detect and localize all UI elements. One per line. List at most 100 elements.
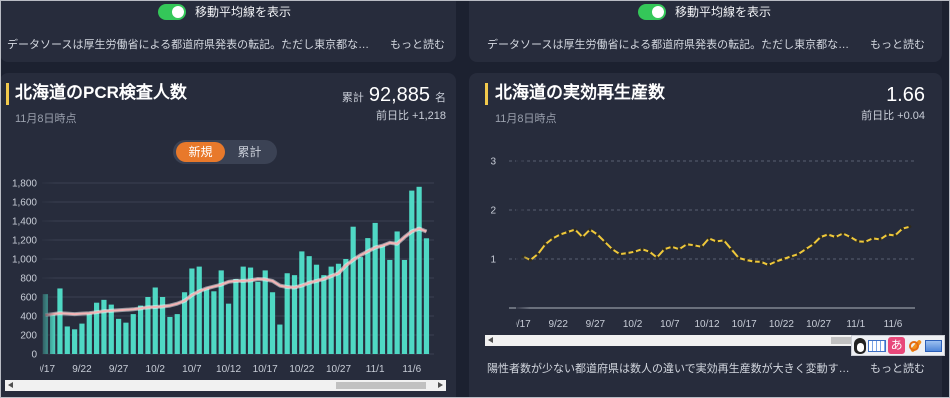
- bar: [196, 266, 202, 354]
- x-tick-label: 10/2: [623, 319, 643, 330]
- ime-mode-indicator[interactable]: あ: [888, 337, 906, 354]
- pcr-bar-chart: 02004006008001,0001,2001,4001,6001,8009/…: [12, 173, 434, 375]
- cumulative-label: 累計: [341, 92, 364, 104]
- scroll-fade: [40, 173, 56, 359]
- rt-point: [729, 247, 733, 251]
- bar: [365, 238, 371, 354]
- x-tick-label: 11/1: [366, 364, 385, 375]
- x-tick-label: 10/27: [326, 364, 351, 375]
- x-tick-label: 10/12: [216, 364, 241, 375]
- rt-point: [833, 235, 837, 239]
- chart-horizontal-scrollbar[interactable]: [5, 380, 446, 391]
- rt-point: [677, 247, 681, 251]
- x-tick-label: 9/17: [36, 364, 56, 375]
- plot-area: 9/17 9/22 9/27 10/2 10/7 10/12 10/17 10/22 10/27…: [511, 225, 912, 330]
- penguin-icon[interactable]: [854, 337, 867, 354]
- y-tick-label: 3: [490, 157, 496, 168]
- bar: [269, 292, 276, 354]
- rt-point: [610, 247, 614, 251]
- moving-average-toggle-label: 移動平均線を表示: [195, 5, 292, 19]
- bar: [379, 245, 386, 354]
- rt-point: [826, 233, 830, 236]
- bar: [174, 314, 180, 354]
- read-more-link[interactable]: もっと読む: [870, 362, 925, 376]
- data-source-note: データソースは厚生労働省による都道府県発表の転記。ただし東京都な…: [7, 39, 370, 51]
- bar: [137, 305, 144, 354]
- y-axis: 1 2 3: [490, 157, 915, 266]
- tab-cumulative[interactable]: 累計: [225, 142, 274, 162]
- rt-point: [841, 232, 845, 236]
- x-tick-label: 9/27: [586, 319, 606, 330]
- scrollbar-thumb[interactable]: [336, 382, 426, 389]
- bar: [409, 190, 415, 354]
- bar: [72, 329, 78, 354]
- moving-average-toggle-label: 移動平均線を表示: [675, 5, 772, 19]
- x-tick-label: 11/1: [846, 319, 865, 330]
- bar: [357, 257, 364, 354]
- moving-average-toggle[interactable]: [158, 4, 186, 20]
- x-tick-label: 11/6: [402, 364, 421, 375]
- y-tick-label: 1,000: [12, 255, 37, 266]
- x-tick-label: 10/17: [253, 364, 278, 375]
- bar: [255, 281, 261, 354]
- rt-point: [581, 235, 585, 239]
- rt-point: [625, 251, 629, 255]
- rt-point: [692, 243, 696, 247]
- scroll-right-arrow-icon[interactable]: [438, 382, 443, 388]
- rt-point: [774, 259, 778, 263]
- rt-point: [536, 252, 540, 256]
- x-tick-label: 10/27: [806, 319, 831, 330]
- current-value: 1.66: [886, 83, 925, 107]
- rt-point: [714, 239, 718, 243]
- bar: [321, 275, 327, 354]
- tab-daily[interactable]: 新規: [176, 142, 225, 162]
- rt-point: [893, 233, 897, 237]
- y-tick-label: 2: [490, 206, 496, 217]
- soft-keyboard-icon[interactable]: [925, 339, 943, 352]
- rt-point: [640, 247, 644, 251]
- rt-point: [573, 228, 577, 232]
- rt-point: [863, 240, 867, 244]
- x-tick-label: 10/17: [732, 319, 757, 330]
- y-tick-label: 800: [20, 274, 37, 285]
- rt-point: [900, 227, 904, 231]
- moving-average-toggle[interactable]: [638, 4, 666, 20]
- y-tick-label: 1,400: [12, 217, 37, 228]
- bar: [350, 226, 356, 354]
- previous-card-left-footer: 移動平均線を表示 データソースは厚生労働省による都道府県発表の転記。ただし東京都…: [0, 0, 456, 62]
- rt-point: [700, 245, 704, 249]
- bar: [372, 222, 378, 354]
- bar: [277, 324, 283, 354]
- x-tick-label: 9/17: [511, 319, 531, 330]
- rt-point: [878, 237, 882, 241]
- y-tick-label: 0: [31, 350, 37, 361]
- y-tick-label: 600: [20, 293, 37, 304]
- rt-point: [618, 252, 622, 256]
- rt-point: [588, 228, 592, 232]
- read-more-link[interactable]: もっと読む: [870, 38, 925, 52]
- bar: [401, 259, 408, 354]
- scroll-left-arrow-icon[interactable]: [488, 337, 493, 343]
- bar: [86, 314, 92, 354]
- rt-point: [737, 256, 741, 260]
- data-source-note: データソースは厚生労働省による都道府県発表の転記。ただし東京都な…: [487, 39, 850, 51]
- pcr-tests-card: 北海道のPCR検査人数 11月8日時点 累計 92,885 名 前日比 +1,2…: [0, 73, 456, 398]
- rt-point: [633, 250, 637, 254]
- rt-point: [685, 242, 689, 246]
- scroll-fade: [516, 150, 530, 312]
- rt-point: [767, 263, 771, 267]
- keyboard-icon[interactable]: [868, 339, 887, 352]
- tool-icon[interactable]: [907, 339, 923, 353]
- card-title: 北海道の実効再生産数: [495, 83, 665, 102]
- rt-point: [551, 236, 555, 240]
- previous-card-right-footer: 移動平均線を表示 データソースは厚生労働省による都道府県発表の転記。ただし東京都…: [469, 0, 942, 62]
- scroll-left-arrow-icon[interactable]: [8, 382, 13, 388]
- bar: [394, 231, 400, 354]
- rt-point: [811, 242, 815, 246]
- x-tick-label: 9/27: [109, 364, 129, 375]
- rt-point: [595, 233, 599, 236]
- read-more-link[interactable]: もっと読む: [390, 38, 445, 52]
- x-tick-label: 9/22: [548, 319, 568, 330]
- bar: [335, 263, 342, 354]
- bar: [387, 259, 393, 354]
